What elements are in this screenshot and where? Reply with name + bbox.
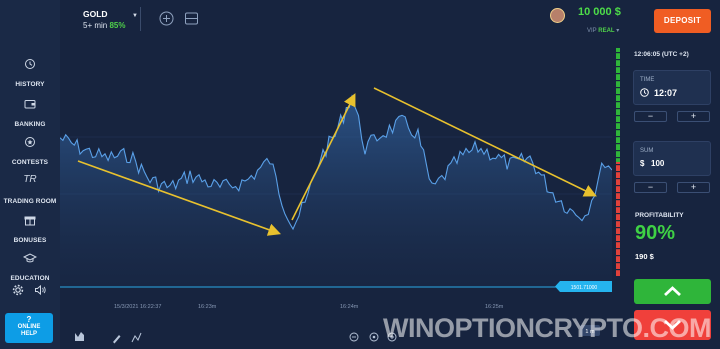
sidebar-item-banking[interactable]: BANKING xyxy=(0,98,60,131)
sidebar-item-history[interactable]: HISTORY xyxy=(0,58,60,91)
chevron-down-icon: ▾ xyxy=(616,28,620,34)
sum-caption: SUM xyxy=(640,148,654,154)
gift-icon xyxy=(24,216,36,226)
clock-icon xyxy=(640,88,649,97)
draw-icon[interactable] xyxy=(113,335,121,344)
sidebar-item-education[interactable]: EDUCATION xyxy=(0,252,60,285)
history-icon xyxy=(25,59,35,69)
trophy-icon xyxy=(25,137,35,147)
watermark: WINOPTIONCRYPTO.COM xyxy=(383,313,712,343)
profitability-label: PROFITABILITY xyxy=(635,212,684,219)
asset-payout: 85% xyxy=(109,21,126,30)
sum-value: 100 xyxy=(651,159,665,168)
trade-panel: 12:06:05 (UTC +2) TIME 12:07 − + SUM $ 1… xyxy=(626,40,720,349)
account-type[interactable]: VIP REAL ▾ xyxy=(587,27,619,34)
server-clock: 12:06:05 (UTC +2) xyxy=(634,51,689,58)
time-caption: TIME xyxy=(640,77,655,83)
date-label: 15/3/2021 16:22:37 xyxy=(114,304,161,310)
wallet-icon xyxy=(24,100,36,109)
help-icon: ? xyxy=(26,315,32,324)
sidebar-item-label: TRADING ROOM xyxy=(3,198,57,205)
gear-icon[interactable] xyxy=(12,284,24,296)
add-chart-icon[interactable] xyxy=(159,11,174,26)
reset-zoom-icon[interactable] xyxy=(369,332,379,342)
trading-app: HISTORY BANKING CONTESTS TR TRADING ROOM… xyxy=(0,0,720,349)
call-button[interactable] xyxy=(634,279,711,304)
online-help-button[interactable]: ? ONLINE HELP xyxy=(5,313,53,343)
chevron-down-icon[interactable]: ▼ xyxy=(132,13,138,19)
layout-icon[interactable] xyxy=(184,11,199,26)
asset-name[interactable]: GOLD xyxy=(83,9,108,19)
time-minus-button[interactable]: − xyxy=(634,111,667,122)
currency-symbol: $ xyxy=(640,159,645,168)
profitability-value: 90% xyxy=(635,222,676,244)
sidebar-item-contests[interactable]: CONTESTS xyxy=(0,136,60,169)
vip-label: VIP xyxy=(587,28,597,34)
graduation-cap-icon xyxy=(23,253,37,263)
time-label: 16:24m xyxy=(340,304,359,310)
sentiment-meter xyxy=(616,48,620,276)
payout-amount: 190 $ xyxy=(635,252,654,261)
chevron-up-icon xyxy=(664,286,681,297)
price-area xyxy=(60,96,612,288)
account-mode: REAL xyxy=(598,28,615,34)
sidebar-item-label: BANKING xyxy=(14,121,46,128)
time-label: 16:25m xyxy=(485,304,504,310)
top-bar: GOLD ▼ 5+ min 85% 10 000 $ VIP REAL ▾ DE… xyxy=(60,0,720,40)
chart-canvas: 1501.71000 15/3/2021 16:22:37 16:23m 16:… xyxy=(59,87,613,344)
sum-field[interactable]: SUM $ 100 xyxy=(633,141,711,176)
zoom-out-icon[interactable] xyxy=(349,332,359,342)
time-label: 16:23m xyxy=(198,304,217,310)
sidebar-item-bonuses[interactable]: BONUSES xyxy=(0,214,60,247)
deposit-button[interactable]: DEPOSIT xyxy=(654,9,711,33)
sidebar-item-label: EDUCATION xyxy=(10,275,50,282)
sidebar-item-label: BONUSES xyxy=(13,237,47,244)
account-balance[interactable]: 10 000 $ xyxy=(578,6,621,18)
help-label-line1: ONLINE xyxy=(17,324,41,330)
speaker-icon[interactable] xyxy=(34,284,46,296)
chart-type-icon[interactable] xyxy=(75,332,84,341)
sidebar-item-label: CONTESTS xyxy=(11,159,49,166)
tr-logo-icon: TR xyxy=(23,174,37,185)
sum-plus-button[interactable]: + xyxy=(677,182,710,193)
asset-expiry: 5+ min xyxy=(83,21,108,30)
avatar[interactable] xyxy=(550,8,565,23)
help-label-line2: HELP xyxy=(20,331,37,337)
time-field[interactable]: TIME 12:07 xyxy=(633,70,711,105)
settings-row xyxy=(12,284,52,298)
sidebar-item-trading-room[interactable]: TR TRADING ROOM xyxy=(0,174,60,208)
price-chart[interactable]: 1501.71000 15/3/2021 16:22:37 16:23m 16:… xyxy=(59,40,613,349)
indicators-icon[interactable] xyxy=(131,332,142,343)
price-tag-label: 1501.71000 xyxy=(571,285,598,291)
sidebar: HISTORY BANKING CONTESTS TR TRADING ROOM… xyxy=(0,0,60,349)
sum-minus-button[interactable]: − xyxy=(634,182,667,193)
divider xyxy=(140,7,141,31)
time-value: 12:07 xyxy=(654,88,678,98)
time-plus-button[interactable]: + xyxy=(677,111,710,122)
sidebar-item-label: HISTORY xyxy=(15,81,45,88)
asset-details: 5+ min 85% xyxy=(83,21,125,30)
